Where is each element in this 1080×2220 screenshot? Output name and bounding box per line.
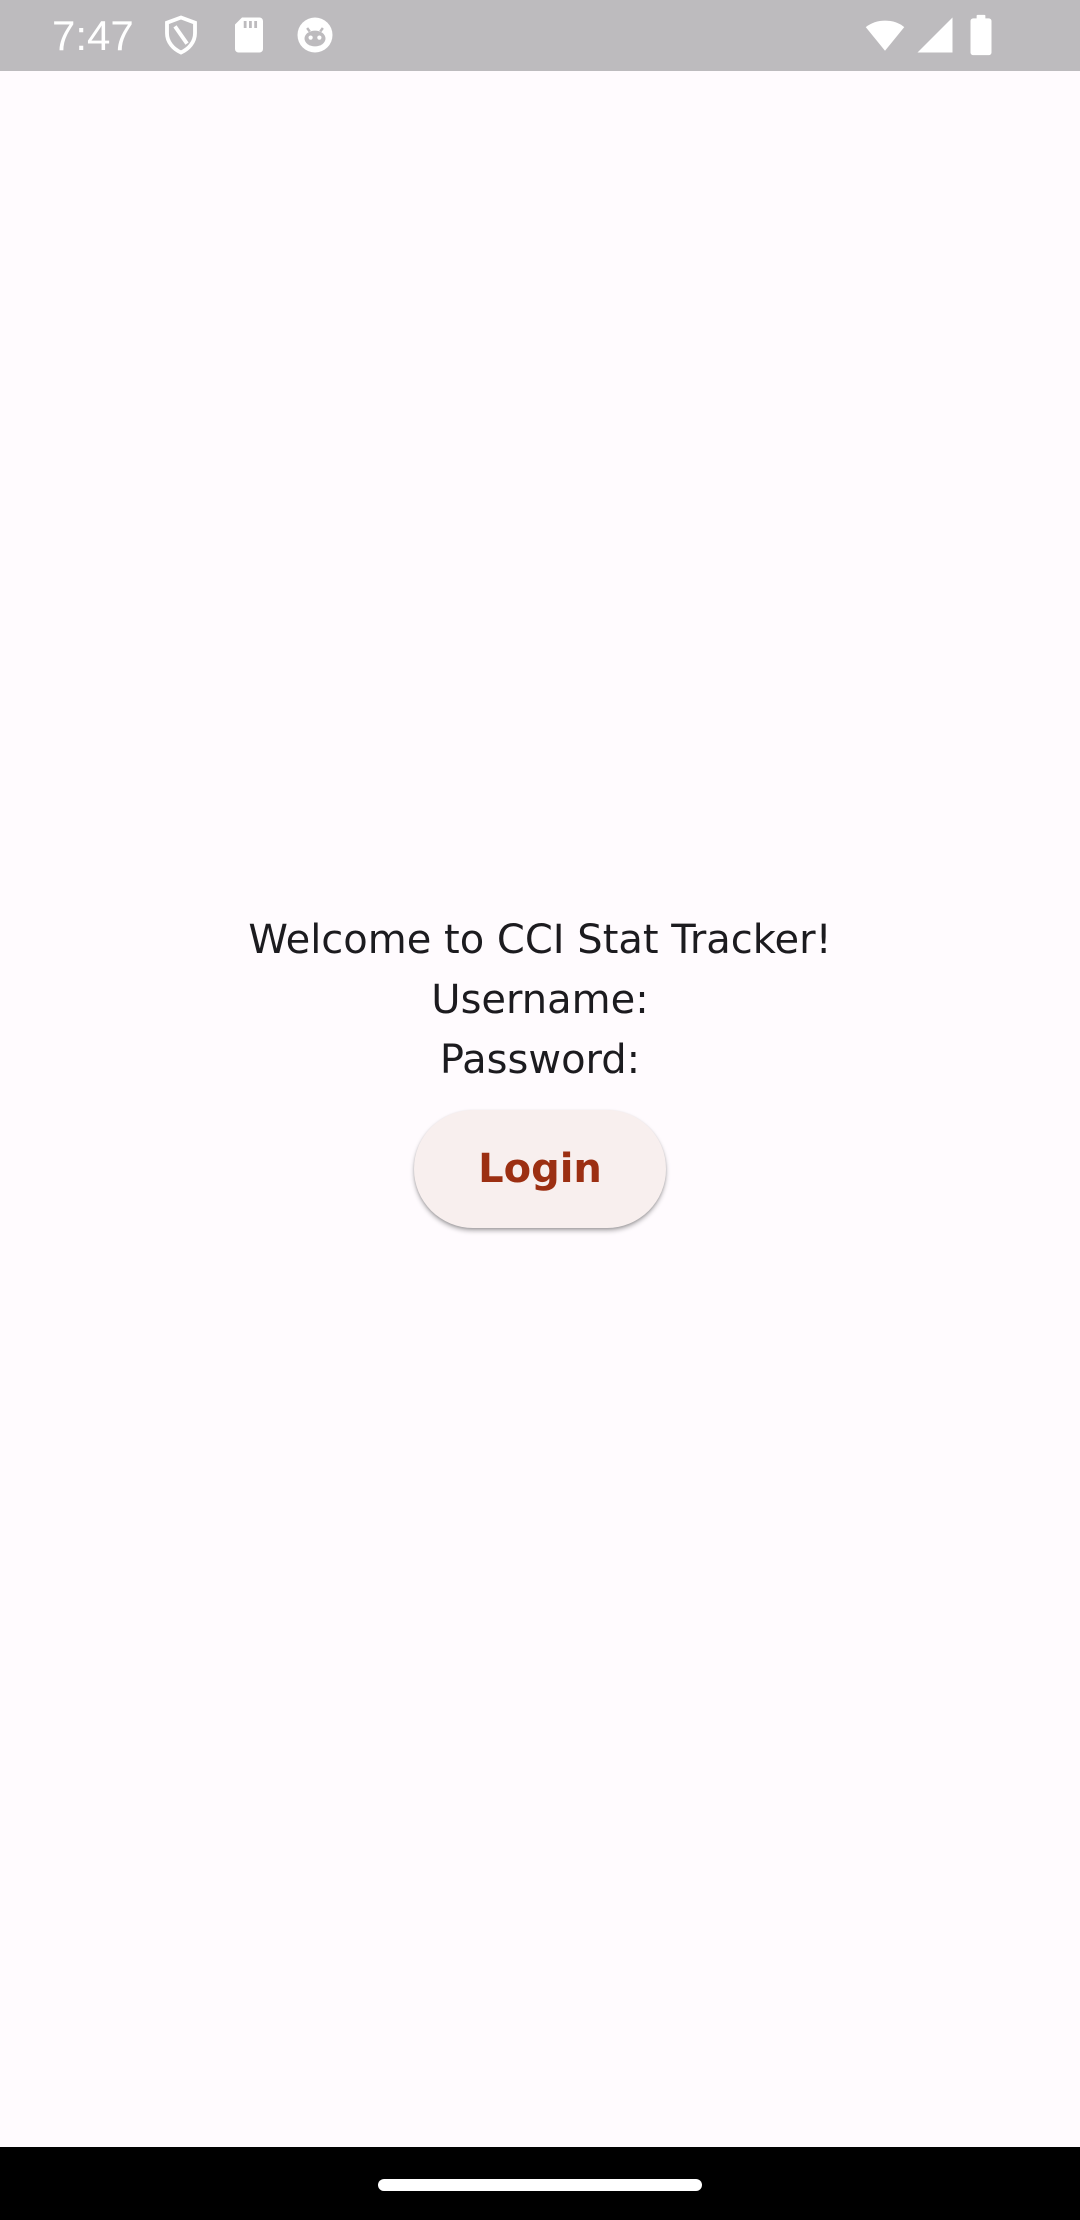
battery-icon xyxy=(966,14,996,56)
login-form: Welcome to CCI Stat Tracker! Username: P… xyxy=(0,910,1080,1228)
welcome-title: Welcome to CCI Stat Tracker! xyxy=(248,917,832,963)
gesture-handle[interactable] xyxy=(378,2179,702,2191)
android-icon xyxy=(294,14,336,56)
username-label: Username: xyxy=(431,977,649,1023)
navigation-bar xyxy=(0,2147,1080,2220)
signal-icon xyxy=(914,14,956,56)
login-button[interactable]: Login xyxy=(414,1110,666,1228)
screen: 7:47 Welcome to CCI Stat Tracker! Userna… xyxy=(0,0,1080,2220)
status-time: 7:47 xyxy=(52,12,134,59)
sd-card-icon xyxy=(228,14,270,56)
wifi-icon xyxy=(862,14,908,56)
password-label: Password: xyxy=(439,1037,641,1083)
status-bar: 7:47 xyxy=(0,0,1080,71)
shield-icon xyxy=(160,14,202,56)
